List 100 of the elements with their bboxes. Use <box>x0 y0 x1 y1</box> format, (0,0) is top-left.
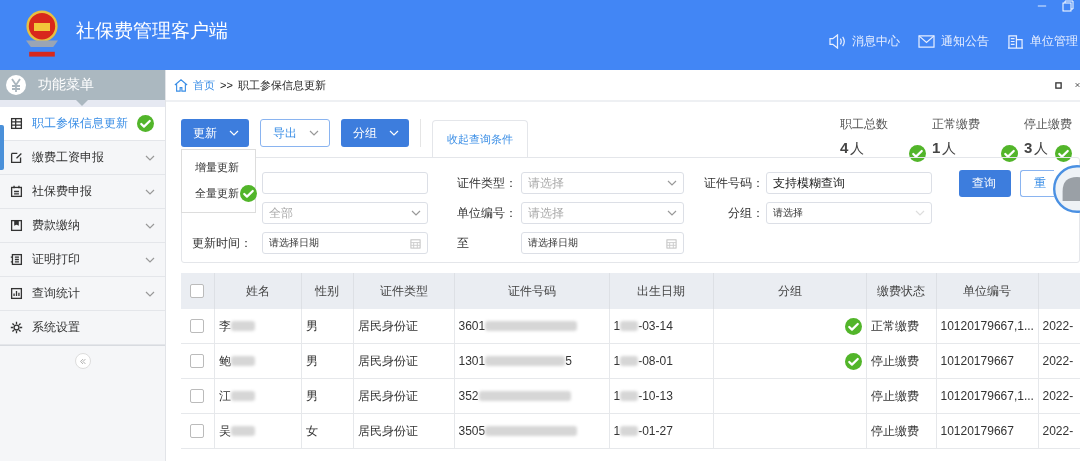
table-cell: 居民身份证 <box>353 378 454 414</box>
table-cell: -10-13 <box>638 389 673 403</box>
column-header: 单位编号 <box>936 273 1038 309</box>
chevron-icon <box>667 210 677 216</box>
table-cell: 男 <box>301 378 353 414</box>
envelope-icon <box>918 34 935 49</box>
breadcrumb-separator: >> <box>220 79 233 91</box>
menu-item[interactable]: 增量更新 <box>195 160 239 175</box>
chevron-icon <box>229 130 239 136</box>
table-cell: 李 <box>218 317 231 335</box>
table-cell: 352 <box>458 389 479 403</box>
table-cell: 2022- <box>1038 378 1080 414</box>
blurred-text <box>620 321 639 331</box>
table-cell: 10120179667 <box>936 343 1038 379</box>
edit-icon <box>10 151 23 164</box>
book-icon <box>10 219 23 232</box>
list-icon <box>10 253 23 266</box>
yen-icon <box>6 75 26 95</box>
calendar-icon <box>410 237 421 249</box>
row-checkbox[interactable] <box>190 389 205 404</box>
stat-value: 1人 <box>932 139 958 158</box>
column-header: 分组 <box>713 273 866 309</box>
chevron-icon <box>667 180 677 186</box>
blurred-text <box>620 391 639 401</box>
select-all-checkbox[interactable] <box>190 284 205 299</box>
table-cell: 3601 <box>458 319 486 333</box>
column-header: 证件类型 <box>353 273 454 309</box>
sidebar-item[interactable]: 费款缴纳 <box>0 209 165 243</box>
home-link[interactable]: 首页 <box>193 77 215 93</box>
table-cell: 女 <box>301 413 353 449</box>
table-cell: 江 <box>218 387 231 405</box>
row-checkbox[interactable] <box>190 354 205 369</box>
field-label: 分组： <box>728 205 764 220</box>
dropdown-button[interactable]: 导出 <box>260 119 330 147</box>
home-icon[interactable] <box>174 78 188 92</box>
sidebar-item[interactable]: 查询统计 <box>0 277 165 311</box>
dropdown-button[interactable]: 分组 <box>341 119 409 147</box>
blurred-text <box>230 356 255 366</box>
field-label: 证件号码： <box>704 175 764 190</box>
input-field[interactable] <box>262 172 428 194</box>
sidebar-item[interactable]: 社保费申报 <box>0 175 165 209</box>
column-header: 姓名 <box>214 273 301 309</box>
table-cell: 5 <box>565 354 572 368</box>
settings-icon <box>10 321 23 334</box>
column-header: 缴费状态 <box>866 273 936 309</box>
date-field[interactable]: 请选择日期 <box>262 232 428 254</box>
table-cell: 10120179667 <box>936 413 1038 449</box>
blurred-text <box>620 426 639 436</box>
table-cell: 居民身份证 <box>353 309 454 344</box>
table-cell: 停止缴费 <box>866 413 936 449</box>
clipboard-icon <box>10 185 23 198</box>
breadcrumb-current: 职工参保信息更新 <box>237 77 326 93</box>
table-cell: 1 <box>613 424 621 438</box>
date-field[interactable]: 请选择日期 <box>521 232 684 254</box>
select-field[interactable]: 全部 <box>262 202 428 224</box>
input-field[interactable]: 支持模糊查询 <box>766 172 932 194</box>
column-header: 出生日期 <box>609 273 713 309</box>
table-cell: 2022- <box>1038 413 1080 449</box>
query-button[interactable]: 查询 <box>959 169 1011 197</box>
table-cell: 停止缴费 <box>866 343 936 379</box>
table-cell: 1 <box>613 354 621 368</box>
reset-button[interactable]: 重 <box>1020 169 1054 197</box>
field-label: 至 <box>457 235 469 250</box>
close-icon[interactable] <box>1075 81 1080 89</box>
table-cell: 居民身份证 <box>353 343 454 379</box>
table-cell: -08-01 <box>638 354 673 368</box>
select-field[interactable]: 请选择 <box>521 172 684 194</box>
table-cell: 2022- <box>1038 309 1080 344</box>
maximize-icon[interactable] <box>1055 81 1062 89</box>
chevron-icon <box>915 210 925 216</box>
table-cell: 10120179667,1... <box>936 378 1038 414</box>
dropdown-button[interactable]: 更新 <box>181 119 249 147</box>
select-field[interactable]: 请选择 <box>521 202 684 224</box>
row-checkbox[interactable] <box>190 319 205 334</box>
table-cell: 停止缴费 <box>866 378 936 414</box>
column-header: 性别 <box>301 273 353 309</box>
header-link[interactable]: 通知公告 <box>918 33 989 50</box>
collapse-filters-tab[interactable]: 收起查询条件 <box>432 120 528 158</box>
sidebar-item[interactable]: 系统设置 <box>0 311 165 345</box>
menu-item[interactable]: 全量更新 <box>195 186 239 201</box>
header-link[interactable]: 单位管理 <box>1007 33 1078 50</box>
table-cell: 男 <box>301 309 353 344</box>
table-cell: 正常缴费 <box>866 309 936 344</box>
building-icon <box>1007 34 1024 49</box>
table-cell: 2022- <box>1038 343 1080 379</box>
sidebar-item[interactable]: 证明打印 <box>0 243 165 277</box>
field-label: 单位编号： <box>457 205 517 220</box>
collapse-button[interactable] <box>74 353 91 369</box>
table-cell: 吴 <box>218 422 231 440</box>
chevron-icon <box>309 130 319 136</box>
app-title: 社保费管理客户端 <box>76 19 228 43</box>
header-link[interactable]: 消息中心 <box>829 33 900 50</box>
table-cell: 1301 <box>458 354 486 368</box>
sidebar-item[interactable]: 职工参保信息更新 <box>0 107 165 141</box>
calendar-icon <box>666 237 677 249</box>
row-checkbox[interactable] <box>190 424 205 439</box>
blurred-text <box>620 356 639 366</box>
chevron-icon <box>389 130 399 136</box>
restore-icon[interactable] <box>1062 0 1074 12</box>
scroll-handle[interactable] <box>0 125 4 170</box>
